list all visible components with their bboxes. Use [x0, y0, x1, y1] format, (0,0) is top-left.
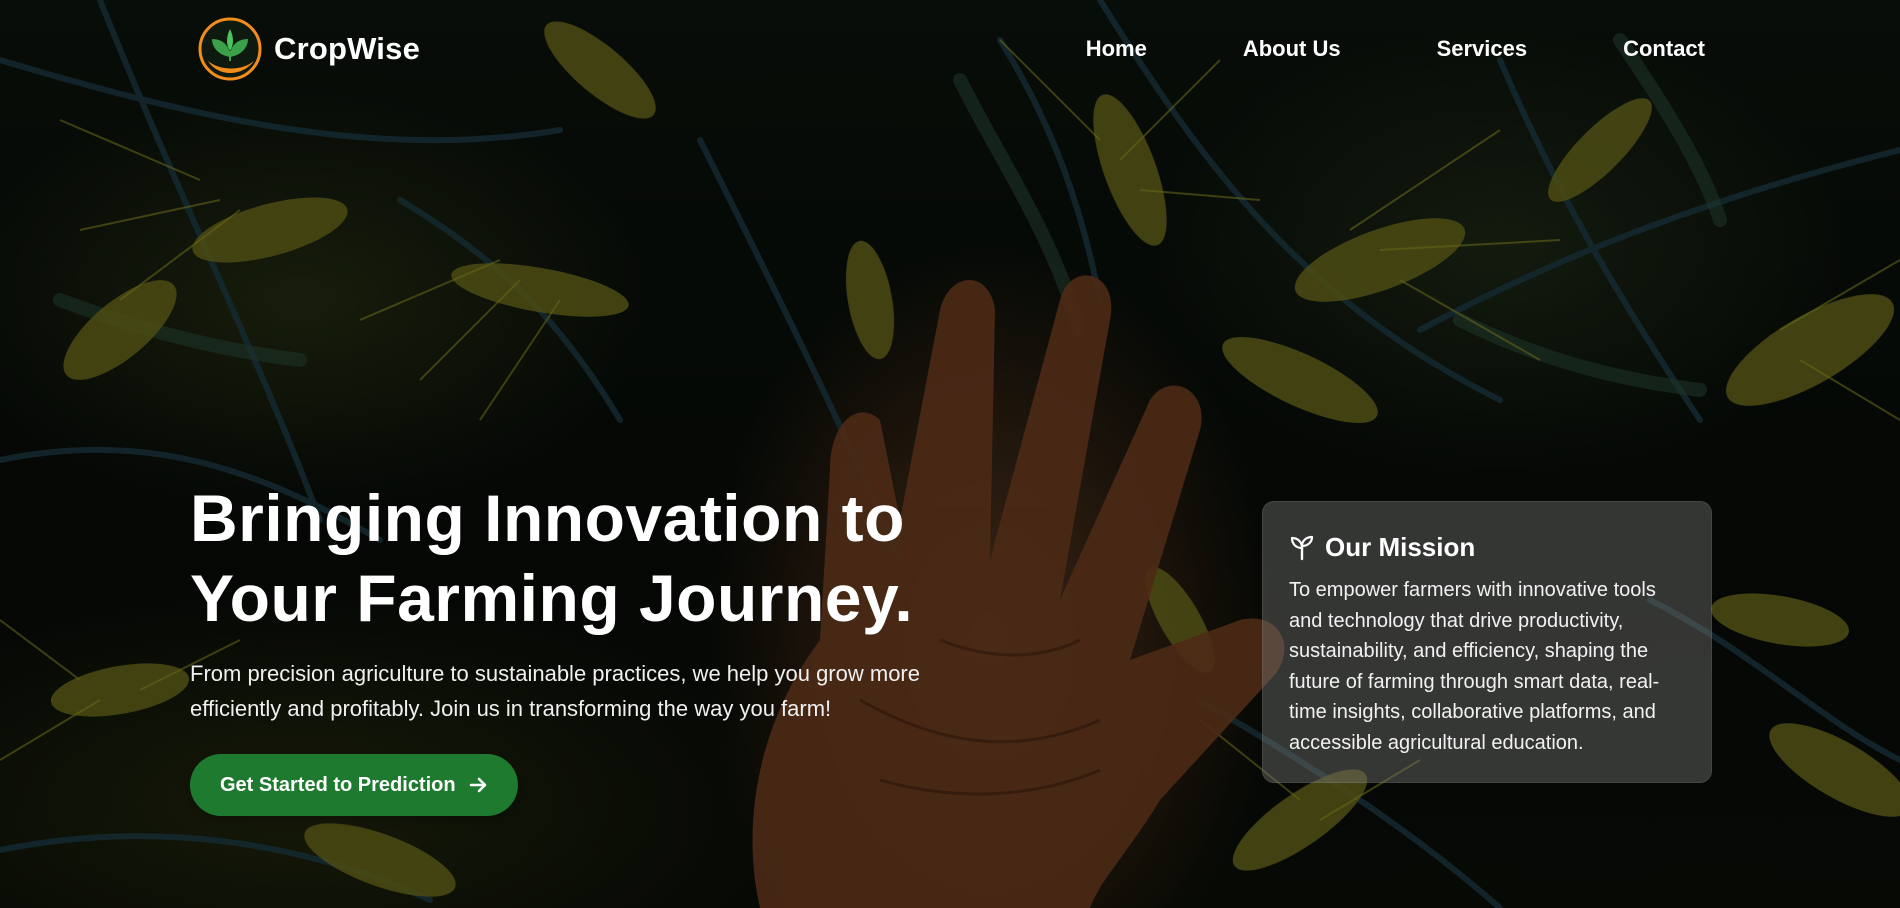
nav-link-home[interactable]: Home [1086, 36, 1147, 62]
nav-links: Home About Us Services Contact [1086, 36, 1705, 62]
navbar: CropWise Home About Us Services Contact [0, 0, 1900, 100]
brand[interactable]: CropWise [198, 17, 420, 81]
sprout-icon [1290, 535, 1314, 560]
hero-title: Bringing Innovation to Your Farming Jour… [190, 478, 1010, 638]
nav-link-contact[interactable]: Contact [1623, 36, 1705, 62]
mission-card: Our Mission To empower farmers with inno… [1262, 501, 1712, 783]
nav-link-services[interactable]: Services [1437, 36, 1528, 62]
get-started-button[interactable]: Get Started to Prediction [190, 754, 518, 816]
hero-title-line-1: Bringing Innovation to [190, 481, 905, 555]
nav-link-about-us[interactable]: About Us [1243, 36, 1341, 62]
hero-section: CropWise Home About Us Services Contact … [0, 0, 1900, 908]
mission-text: To empower farmers with innovative tools… [1289, 579, 1660, 754]
brand-name: CropWise [274, 31, 421, 66]
hero-subtitle: From precision agriculture to sustainabl… [190, 661, 920, 721]
arrow-right-icon [469, 777, 486, 793]
mission-title: Our Mission [1325, 532, 1476, 562]
hero-title-line-2: Your Farming Journey. [190, 561, 914, 635]
get-started-button-label: Get Started to Prediction [220, 773, 456, 796]
mission-header: Our Mission [1289, 532, 1685, 563]
hero-copy: Bringing Innovation to Your Farming Jour… [190, 478, 1010, 816]
leaf-sprout-logo-icon [198, 17, 262, 81]
